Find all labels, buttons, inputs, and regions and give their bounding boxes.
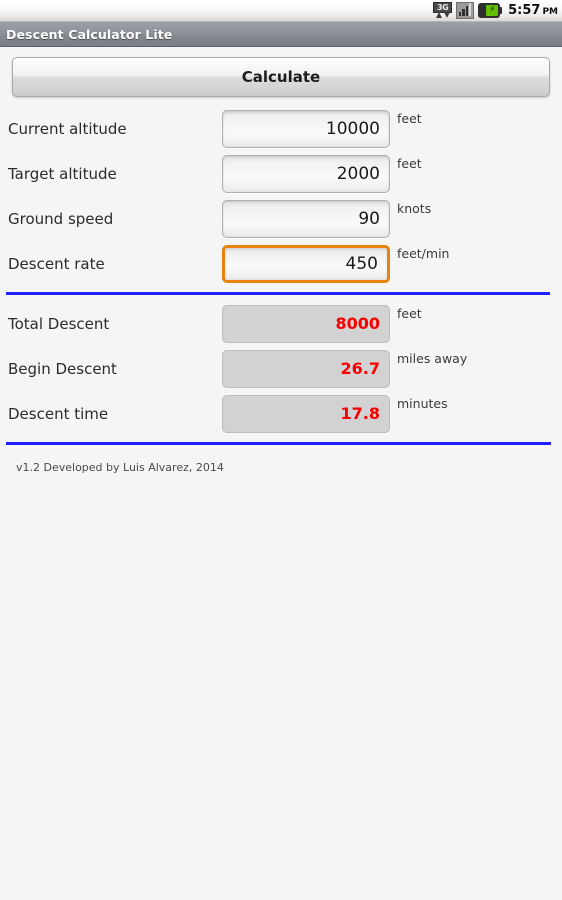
unit-descent-rate: feet/min <box>397 246 450 261</box>
results-group: Total Descent 8000 feet Begin Descent 26… <box>0 301 562 436</box>
unit-current-altitude: feet <box>397 111 422 126</box>
input-target-altitude[interactable]: 2000 <box>222 154 390 193</box>
input-descent-rate[interactable]: 450 <box>222 244 390 283</box>
input-row-current-altitude: Current altitude 10000 feet <box>0 106 562 151</box>
input-row-descent-rate: Descent rate 450 feet/min <box>0 241 562 286</box>
result-row-total-descent: Total Descent 8000 feet <box>0 301 562 346</box>
app-title-bar: Descent Calculator Lite <box>0 22 562 47</box>
footer-credit: v1.2 Developed by Luis Alvarez, 2014 <box>16 461 224 474</box>
input-row-target-altitude: Target altitude 2000 feet <box>0 151 562 196</box>
unit-target-altitude: feet <box>397 156 422 171</box>
clock-ampm: PM <box>542 7 558 17</box>
result-row-begin-descent: Begin Descent 26.7 miles away <box>0 346 562 391</box>
label-begin-descent: Begin Descent <box>8 359 117 378</box>
unit-total-descent: feet <box>397 306 422 321</box>
input-ground-speed[interactable]: 90 <box>222 199 390 238</box>
label-descent-time: Descent time <box>8 404 109 423</box>
status-bar: 3G ⚡ 5:57 PM <box>0 0 562 22</box>
label-ground-speed: Ground speed <box>8 209 114 228</box>
3g-data-icon: 3G <box>433 2 453 19</box>
result-row-descent-time: Descent time 17.8 minutes <box>0 391 562 436</box>
calculate-button[interactable]: Calculate <box>12 57 550 97</box>
signal-bars-icon <box>456 2 475 19</box>
label-total-descent: Total Descent <box>8 314 110 333</box>
divider-bottom <box>6 442 551 445</box>
result-total-descent: 8000 <box>222 304 390 343</box>
unit-descent-time: minutes <box>397 396 448 411</box>
calculate-button-container: Calculate <box>0 47 562 97</box>
battery-charging-icon: ⚡ <box>478 3 503 18</box>
label-descent-rate: Descent rate <box>8 254 105 273</box>
app-title: Descent Calculator Lite <box>6 26 173 42</box>
status-bar-clock: 5:57 PM <box>508 3 558 18</box>
label-current-altitude: Current altitude <box>8 119 127 138</box>
result-descent-time: 17.8 <box>222 394 390 433</box>
unit-ground-speed: knots <box>397 201 432 216</box>
clock-time: 5:57 <box>508 3 541 18</box>
divider-top <box>6 292 550 295</box>
label-target-altitude: Target altitude <box>8 164 117 183</box>
result-begin-descent: 26.7 <box>222 349 390 388</box>
input-fields-group: Current altitude 10000 feet Target altit… <box>0 106 562 286</box>
input-current-altitude[interactable]: 10000 <box>222 109 390 148</box>
input-row-ground-speed: Ground speed 90 knots <box>0 196 562 241</box>
status-bar-icons: 3G ⚡ 5:57 PM <box>433 2 558 19</box>
data-transfer-arrows-icon <box>434 12 451 19</box>
unit-begin-descent: miles away <box>397 351 468 366</box>
main-content: Calculate Current altitude 10000 feet Ta… <box>0 47 562 900</box>
